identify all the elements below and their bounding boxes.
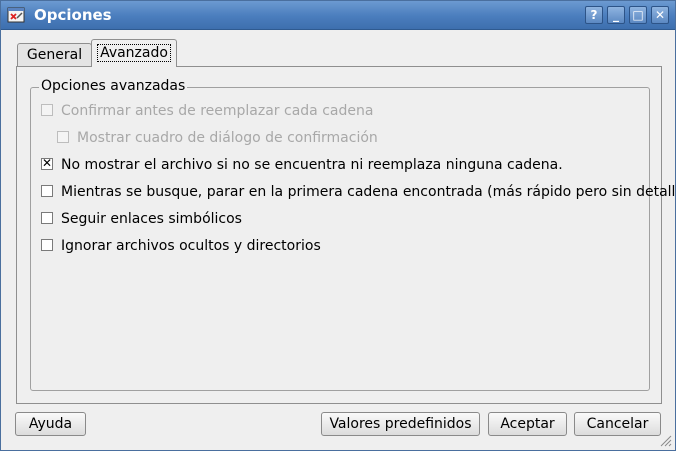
help-button[interactable]: Ayuda: [15, 412, 86, 436]
show-confirm-dialog-label: Mostrar cuadro de diálogo de confirmació…: [77, 130, 378, 146]
confirm-replace-label: Confirmar antes de reemplazar cada caden…: [61, 103, 374, 119]
tab-avanzado[interactable]: Avanzado: [91, 39, 177, 67]
tab-panel-avanzado: Opciones avanzadas Confirmar antes de re…: [16, 66, 676, 404]
show-confirm-dialog-checkbox: [57, 131, 69, 143]
tab-avanzado-label: Avanzado: [97, 44, 171, 62]
cancel-button[interactable]: Cancelar: [574, 412, 661, 436]
options-dialog: Opciones ? _ □ ✕ General Avanzado Opcion…: [0, 0, 676, 451]
hide-unmatched-file-checkbox[interactable]: [41, 156, 53, 170]
stop-at-first-match-label[interactable]: Mientras se busque, parar en la primera …: [61, 183, 676, 201]
accept-button[interactable]: Aceptar: [488, 412, 567, 436]
titlebar[interactable]: Opciones ? _ □ ✕: [1, 1, 675, 30]
ignore-hidden-label[interactable]: Ignorar archivos ocultos y directorios: [61, 237, 321, 255]
maximize-icon[interactable]: □: [629, 6, 647, 24]
app-icon: [7, 7, 25, 23]
follow-symlinks-checkbox[interactable]: [41, 212, 53, 224]
close-icon[interactable]: ✕: [651, 6, 669, 24]
resize-grip-icon[interactable]: [660, 435, 672, 447]
group-title: Opciones avanzadas: [39, 78, 188, 94]
minimize-icon[interactable]: _: [607, 6, 625, 24]
tab-general[interactable]: General: [17, 43, 92, 67]
window-title: Opciones: [34, 6, 112, 24]
hide-unmatched-file-label[interactable]: No mostrar el archivo si no se encuentra…: [61, 156, 563, 174]
follow-symlinks-label[interactable]: Seguir enlaces simbólicos: [61, 210, 242, 228]
help-icon[interactable]: ?: [585, 6, 603, 24]
confirm-replace-checkbox: [41, 104, 53, 116]
stop-at-first-match-checkbox[interactable]: [41, 185, 53, 197]
defaults-button[interactable]: Valores predefinidos: [321, 412, 480, 436]
tab-general-label: General: [26, 47, 83, 63]
ignore-hidden-checkbox[interactable]: [41, 239, 53, 251]
advanced-options-group: Opciones avanzadas Confirmar antes de re…: [30, 78, 676, 391]
